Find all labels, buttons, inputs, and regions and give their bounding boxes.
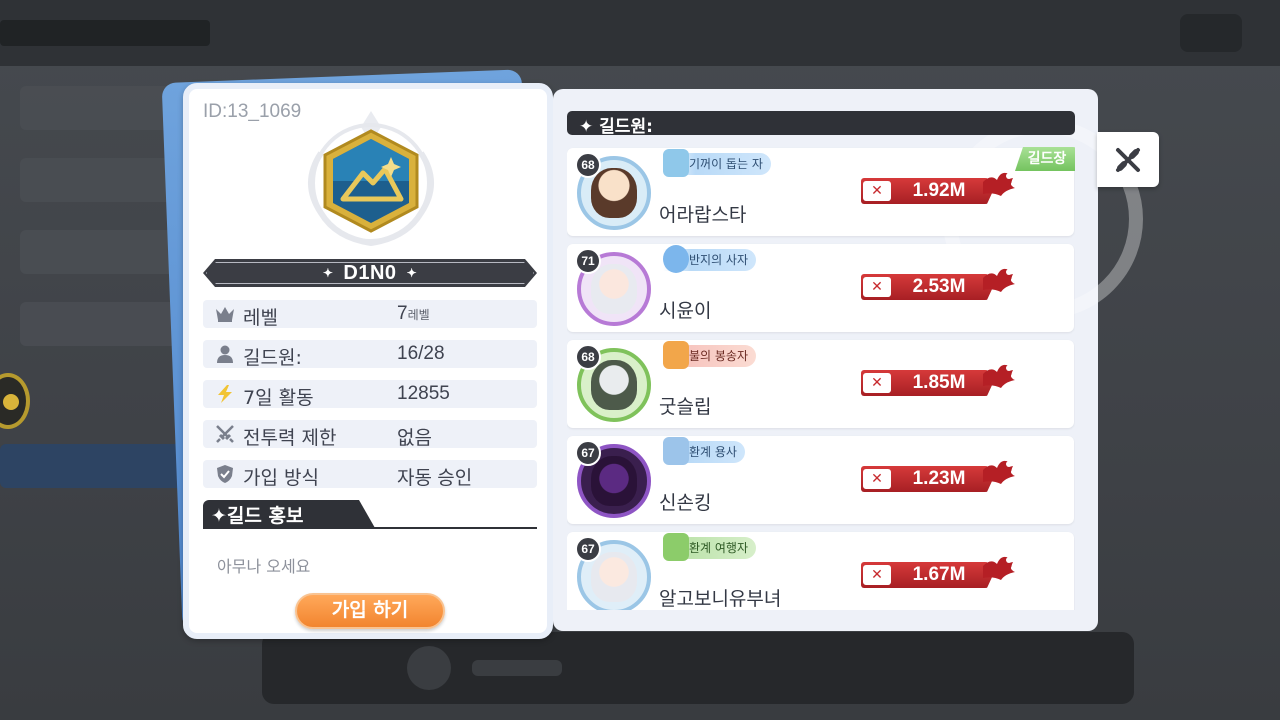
member-power: ✕ 2.53M xyxy=(861,268,1021,300)
crossed-swords-icon: ✕ xyxy=(863,277,891,297)
title-emblem-icon xyxy=(663,245,689,273)
info-label: 길드원: xyxy=(243,347,302,369)
promo-text: 아무나 오세요 xyxy=(217,557,311,576)
members-title: ✦ 길드원: xyxy=(579,117,653,137)
info-row-power-limit: 전투력 제한 없음 xyxy=(203,420,537,449)
lightning-icon xyxy=(215,385,235,403)
info-label: 전투력 제한 xyxy=(243,427,337,449)
background-bottom-label xyxy=(472,660,562,676)
title-emblem-icon xyxy=(663,533,689,561)
info-value: 7레벨 xyxy=(397,303,430,324)
info-value: 자동 승인 xyxy=(397,468,473,489)
shield-icon xyxy=(215,465,235,483)
member-power-value: 1.23M xyxy=(912,468,966,489)
info-row-join-method: 가입 방식 자동 승인 xyxy=(203,460,537,489)
promo-title: ✦길드 홍보 xyxy=(211,505,304,527)
background-menu-item xyxy=(20,86,180,130)
info-label: 7일 활동 xyxy=(243,387,314,409)
member-title-badge: 불의 봉송자 xyxy=(663,341,757,369)
member-row[interactable]: 71 반지의 사자 시윤이 ✕ 2.53M xyxy=(567,244,1074,332)
crossed-swords-icon: ✕ xyxy=(863,565,891,585)
members-header: ✦ 길드원: xyxy=(567,111,1075,137)
member-row[interactable]: 68 기꺼이 돕는 자 어라랍스타 ✕ 1.92M 길드장 xyxy=(567,147,1075,236)
background-menu-item xyxy=(20,302,180,346)
background-top-bar xyxy=(0,0,1280,66)
guild-info-card: ID:13_1069 ✦ D1N0 ✦ 레벨 7레벨 길드원: 16/28 7일… xyxy=(183,83,553,639)
close-icon xyxy=(1116,148,1140,172)
close-button[interactable] xyxy=(1097,132,1159,187)
member-title-badge: 환계 여행자 xyxy=(663,533,757,561)
member-name: 알고보니유부녀 xyxy=(659,588,782,610)
member-level-badge: 68 xyxy=(575,152,601,178)
member-name: 굿슬립 xyxy=(659,396,712,418)
crown-icon xyxy=(215,305,235,323)
member-power-value: 1.85M xyxy=(912,372,966,393)
members-panel: ✦ 길드원: 68 기꺼이 돕는 자 어라랍스타 ✕ 1.92M 길드장 71 … xyxy=(553,89,1143,631)
member-power-value: 1.92M xyxy=(912,180,966,201)
member-power: ✕ 1.85M xyxy=(861,364,1021,396)
person-icon xyxy=(215,345,235,363)
member-power: ✕ 1.67M xyxy=(861,556,1021,588)
members-list[interactable]: 68 기꺼이 돕는 자 어라랍스타 ✕ 1.92M 길드장 71 반지의 사자 xyxy=(567,146,1075,610)
background-menu-item xyxy=(20,158,180,202)
member-power: ✕ 1.92M xyxy=(861,172,1021,204)
background-title-blur xyxy=(0,20,210,46)
guild-name: ✦ D1N0 ✦ xyxy=(203,259,537,287)
diamond-left-icon: ✦ xyxy=(322,266,334,280)
member-power-value: 1.67M xyxy=(912,564,966,585)
background-menu-item-active xyxy=(0,444,190,488)
member-title-badge: 환계 용사 xyxy=(663,437,745,465)
member-level-badge: 71 xyxy=(575,248,601,274)
crossed-swords-icon xyxy=(215,425,235,443)
info-row-level: 레벨 7레벨 xyxy=(203,300,537,329)
member-title-badge: 기꺼이 돕는 자 xyxy=(663,149,771,177)
member-row[interactable]: 68 불의 봉송자 굿슬립 ✕ 1.85M xyxy=(567,340,1074,428)
background-bottom-icon xyxy=(407,646,451,690)
crossed-swords-icon: ✕ xyxy=(863,469,891,489)
guild-name-plate: ✦ D1N0 ✦ xyxy=(203,259,537,287)
member-name: 어라랍스타 xyxy=(659,204,747,226)
info-value: 16/28 xyxy=(397,343,445,364)
join-guild-button[interactable]: 가입 하기 xyxy=(295,593,445,629)
info-value: 12855 xyxy=(397,383,450,404)
member-level-badge: 68 xyxy=(575,344,601,370)
mountain-emblem-icon xyxy=(281,103,461,253)
background-bottom-button xyxy=(262,632,1134,704)
member-level-badge: 67 xyxy=(575,440,601,466)
diamond-right-icon: ✦ xyxy=(406,266,418,280)
info-label: 레벨 xyxy=(243,307,278,329)
member-power-value: 2.53M xyxy=(912,276,966,297)
title-emblem-icon xyxy=(663,149,689,177)
info-row-members: 길드원: 16/28 xyxy=(203,340,537,369)
crossed-swords-icon: ✕ xyxy=(863,373,891,393)
member-title-badge: 반지의 사자 xyxy=(663,245,757,273)
title-emblem-icon xyxy=(663,437,689,465)
member-name: 신손킹 xyxy=(659,492,712,514)
leader-tag: 길드장 xyxy=(1015,147,1075,171)
background-corner-button xyxy=(1180,14,1242,52)
crossed-swords-icon: ✕ xyxy=(863,181,891,201)
info-row-activity: 7일 활동 12855 xyxy=(203,380,537,409)
title-emblem-icon xyxy=(663,341,689,369)
promo-divider xyxy=(203,527,537,529)
member-level-badge: 67 xyxy=(575,536,601,562)
info-label: 가입 방식 xyxy=(243,467,319,489)
background-menu-item xyxy=(20,230,180,274)
member-power: ✕ 1.23M xyxy=(861,460,1021,492)
member-row[interactable]: 67 환계 용사 신손킹 ✕ 1.23M xyxy=(567,436,1074,524)
member-row[interactable]: 67 환계 여행자 알고보니유부녀 ✕ 1.67M xyxy=(567,532,1074,610)
guild-name-text: D1N0 xyxy=(343,262,397,284)
info-value: 없음 xyxy=(397,428,432,449)
member-name: 시윤이 xyxy=(659,300,712,322)
